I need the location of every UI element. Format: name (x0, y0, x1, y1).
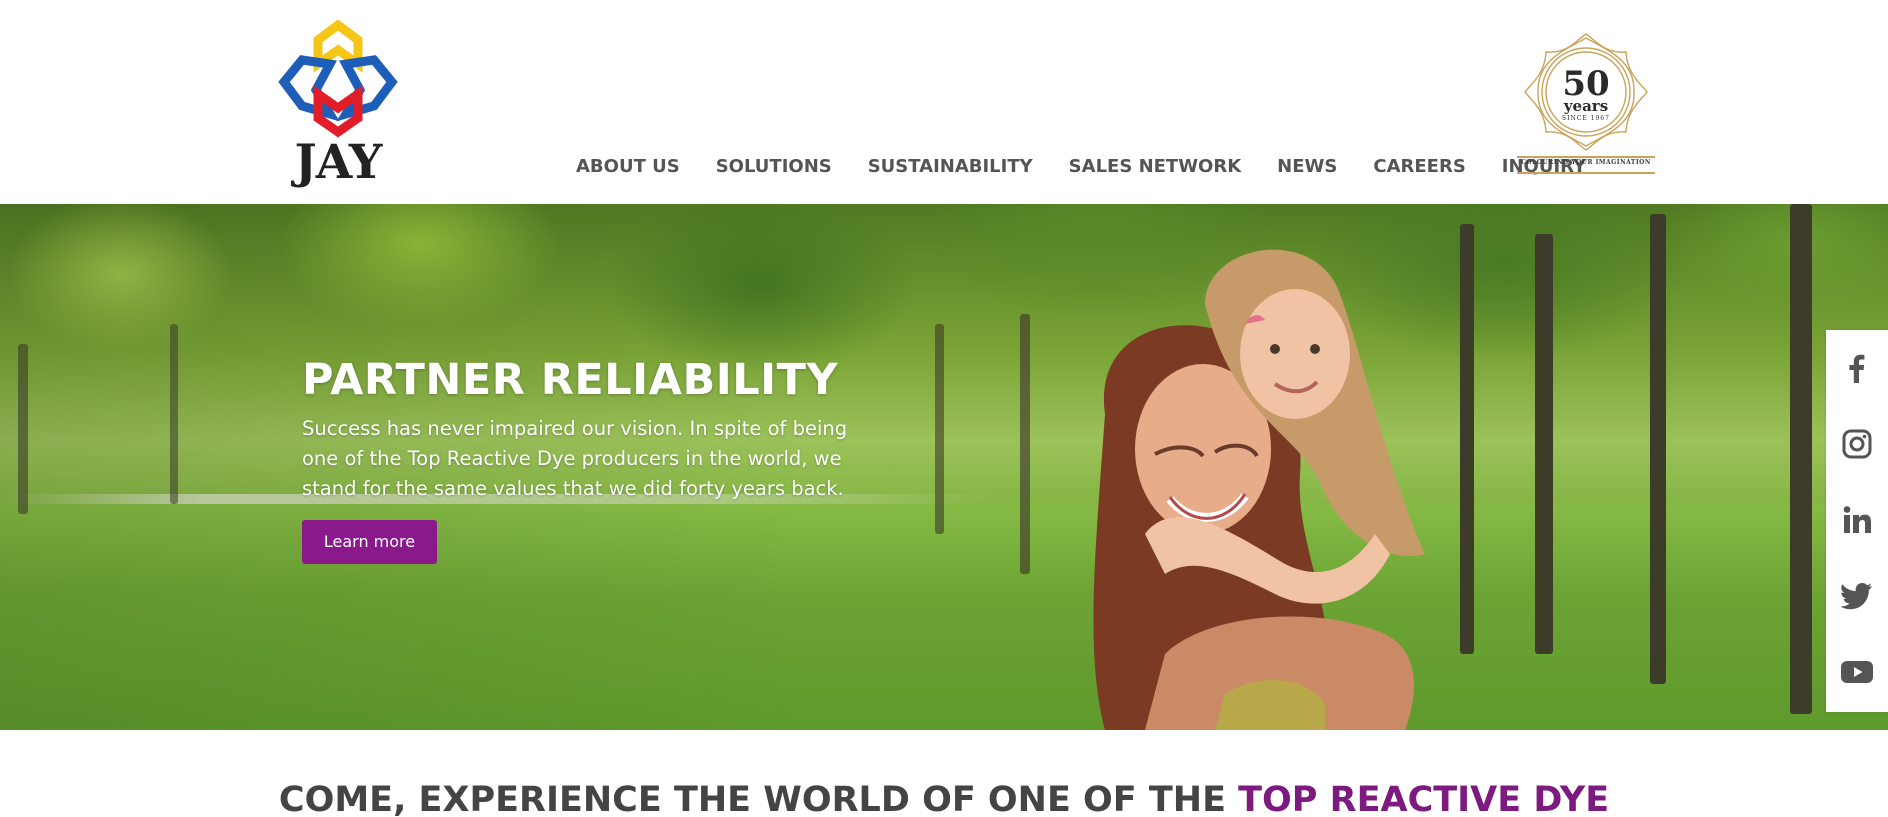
twitter-link[interactable] (1826, 558, 1888, 634)
section-heading-accent: TOP REACTIVE DYE (1238, 780, 1610, 817)
youtube-link[interactable] (1826, 634, 1888, 710)
badge-tagline: COLOURING YOUR IMAGINATION (1521, 159, 1651, 166)
hero-photo-mother-daughter (1093, 249, 1425, 730)
tree-trunk (935, 324, 944, 534)
jay-logo[interactable]: JAY (278, 20, 398, 188)
site-header: JAY ABOUT US SOLUTIONS SUSTAINABILITY SA… (0, 0, 1888, 204)
fifty-years-badge: 50 years SINCE 1967 COLOURING YOUR IMAGI… (1517, 30, 1655, 180)
hero-banner: PARTNER RELIABILITY Success has never im… (0, 204, 1888, 730)
badge-since: SINCE 1967 (1562, 115, 1610, 122)
nav-news[interactable]: NEWS (1277, 152, 1337, 182)
instagram-icon (1842, 429, 1872, 459)
tree-trunk (1650, 214, 1666, 684)
badge-top-rule (1517, 156, 1655, 158)
logo-mark-icon (278, 20, 398, 138)
section-heading-main: COME, EXPERIENCE THE WORLD OF ONE OF THE (278, 780, 1239, 817)
hero-description: Success has never impaired our vision. I… (302, 417, 848, 500)
social-sidebar (1826, 330, 1888, 712)
nav-sustainability[interactable]: SUSTAINABILITY (868, 152, 1033, 182)
section-heading: COME, EXPERIENCE THE WORLD OF ONE OF THE… (0, 775, 1888, 817)
facebook-icon (1849, 354, 1865, 383)
linkedin-icon (1843, 506, 1871, 533)
linkedin-link[interactable] (1826, 482, 1888, 558)
main-navigation: ABOUT US SOLUTIONS SUSTAINABILITY SALES … (558, 152, 1604, 182)
twitter-icon (1841, 583, 1872, 610)
tree-trunk (1535, 234, 1553, 654)
nav-solutions[interactable]: SOLUTIONS (716, 152, 832, 182)
hero-title: PARTNER RELIABILITY (302, 355, 839, 405)
youtube-icon (1841, 661, 1873, 683)
nav-careers[interactable]: CAREERS (1373, 152, 1465, 182)
logo-wordmark: JAY (294, 135, 383, 190)
facebook-link[interactable] (1826, 330, 1888, 406)
learn-more-button[interactable]: Learn more (302, 520, 437, 564)
badge-word: years (1563, 97, 1609, 115)
instagram-link[interactable] (1826, 406, 1888, 482)
nav-sales-network[interactable]: SALES NETWORK (1069, 152, 1242, 182)
tree-trunk (1790, 204, 1812, 714)
badge-bottom-rule (1517, 172, 1655, 174)
nav-about-us[interactable]: ABOUT US (576, 152, 680, 182)
tree-trunk (1020, 314, 1030, 574)
